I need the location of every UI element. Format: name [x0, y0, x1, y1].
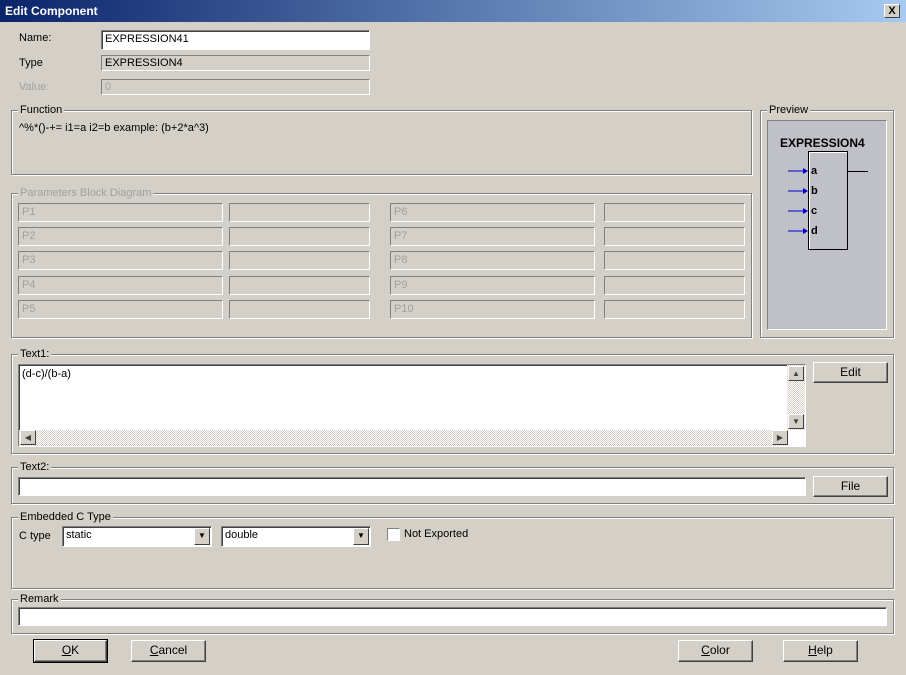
param-value-p5 — [229, 300, 370, 319]
help-button[interactable]: Help — [783, 640, 858, 662]
ctype-dropdown-button[interactable]: ▼ — [194, 528, 210, 545]
function-legend: Function — [18, 104, 65, 116]
text2-input[interactable] — [18, 477, 806, 496]
function-text: ^%*()-+= i1=a i2=b example: (b+2*a^3) — [19, 122, 209, 134]
cancel-button[interactable]: Cancel — [131, 640, 206, 662]
params-legend: Parameters Block Diagram — [18, 187, 154, 199]
param-label-p5: P5 — [18, 300, 223, 319]
value-field: 0 — [101, 79, 370, 95]
preview-input-arrows — [788, 168, 808, 234]
value-label: Value: — [19, 81, 50, 93]
param-label-p9: P9 — [390, 276, 595, 295]
param-label-p3: P3 — [18, 251, 223, 270]
param-value-p7 — [604, 227, 745, 246]
text1-hscroll-track[interactable] — [19, 430, 787, 446]
param-label-p8: P8 — [390, 251, 595, 270]
param-value-p6 — [604, 203, 745, 222]
preview-input-a: a — [811, 165, 818, 177]
param-label-p4: P4 — [18, 276, 223, 295]
param-label-p2: P2 — [18, 227, 223, 246]
preview-arrow-head-c — [803, 208, 808, 214]
color-button[interactable]: Color — [678, 640, 753, 662]
remark-input[interactable] — [18, 607, 887, 626]
name-label: Name: — [19, 32, 52, 44]
help-rest: elp — [816, 643, 833, 657]
close-button[interactable]: X — [884, 4, 900, 18]
preview-block-title: EXPRESSION4 — [780, 136, 865, 150]
ctype-label: C type — [19, 530, 51, 542]
param-label-p10: P10 — [390, 300, 595, 319]
preview-input-d: d — [811, 225, 818, 237]
type-dropdown-button[interactable]: ▼ — [353, 528, 369, 545]
type-label: Type — [19, 57, 43, 69]
text1-value: (d-c)/(b-a) — [22, 368, 71, 380]
arrow-down-icon: ▼ — [792, 417, 800, 426]
ok-rest: K — [71, 643, 80, 657]
type-select[interactable]: double — [221, 526, 371, 547]
ok-mnemonic: O — [61, 643, 72, 657]
function-group — [11, 110, 752, 175]
edit-button[interactable]: Edit — [813, 362, 888, 383]
not-exported-label[interactable]: Not Exported — [404, 528, 468, 540]
remark-legend: Remark — [18, 593, 61, 605]
arrow-left-icon: ◀ — [24, 433, 32, 442]
not-exported-checkbox[interactable] — [387, 528, 400, 541]
color-rest: olor — [709, 643, 730, 657]
chevron-down-icon: ▼ — [357, 531, 365, 540]
preview-input-b: b — [811, 185, 818, 197]
name-input[interactable]: EXPRESSION41 — [101, 30, 370, 50]
ctype-select-value: static — [66, 529, 92, 541]
ctype-select[interactable]: static — [62, 526, 212, 547]
param-value-p4 — [229, 276, 370, 295]
color-mnemonic: C — [701, 643, 710, 657]
preview-input-c: c — [811, 205, 818, 217]
text1-scroll-down-button[interactable]: ▼ — [788, 414, 804, 429]
preview-legend: Preview — [767, 104, 811, 116]
preview-arrow-head-a — [803, 168, 808, 174]
embedded-legend: Embedded C Type — [18, 511, 113, 523]
text1-scroll-left-button[interactable]: ◀ — [20, 430, 36, 445]
param-value-p3 — [229, 251, 370, 270]
param-label-p1: P1 — [18, 203, 223, 222]
help-mnemonic: H — [808, 643, 817, 657]
param-value-p8 — [604, 251, 745, 270]
file-button[interactable]: File — [813, 476, 888, 497]
text1-scroll-up-button[interactable]: ▲ — [788, 366, 804, 381]
arrow-up-icon: ▲ — [792, 369, 800, 378]
arrow-right-icon: ▶ — [776, 433, 784, 442]
param-value-p1 — [229, 203, 370, 222]
preview-arrow-head-d — [803, 228, 808, 234]
type-field: EXPRESSION4 — [101, 55, 370, 71]
text1-scroll-right-button[interactable]: ▶ — [772, 430, 788, 445]
chevron-down-icon: ▼ — [198, 531, 206, 540]
param-label-p7: P7 — [390, 227, 595, 246]
param-value-p9 — [604, 276, 745, 295]
preview-arrow-head-b — [803, 188, 808, 194]
param-label-p6: P6 — [390, 203, 595, 222]
close-icon: X — [888, 5, 896, 17]
title-bar — [0, 0, 906, 22]
preview-output-line — [848, 171, 868, 172]
type-select-value: double — [225, 529, 259, 541]
param-value-p2 — [229, 227, 370, 246]
text2-legend: Text2: — [18, 461, 52, 473]
text1-legend: Text1: — [18, 348, 52, 360]
window-title: Edit Component — [5, 4, 98, 18]
cancel-rest: ancel — [158, 643, 188, 657]
ok-button[interactable]: OK — [33, 639, 108, 663]
param-value-p10 — [604, 300, 745, 319]
